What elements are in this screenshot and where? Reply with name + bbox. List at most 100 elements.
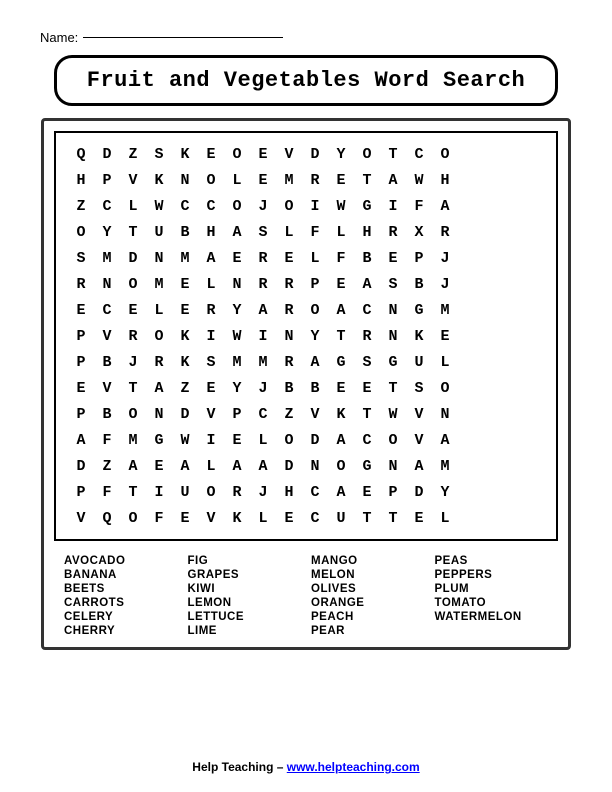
grid-cell: F	[406, 193, 432, 219]
grid-cell: W	[224, 323, 250, 349]
grid-cell: W	[328, 193, 354, 219]
grid-cell: A	[120, 453, 146, 479]
title-box: Fruit and Vegetables Word Search	[54, 55, 558, 106]
grid-cell: T	[354, 401, 380, 427]
grid-cell: B	[276, 375, 302, 401]
grid-cell: Z	[120, 141, 146, 167]
grid-cell: M	[146, 271, 172, 297]
table-row: SMDNMAERELFBEPJ	[68, 245, 458, 271]
grid-cell: C	[94, 297, 120, 323]
grid-cell: O	[198, 167, 224, 193]
grid-cell: P	[68, 349, 94, 375]
grid-cell: W	[406, 167, 432, 193]
grid-cell: D	[406, 479, 432, 505]
table-row: PBONDVPCZVKTWVN	[68, 401, 458, 427]
word-item: TOMATO	[435, 597, 549, 609]
grid-cell: E	[146, 453, 172, 479]
grid-cell: O	[68, 219, 94, 245]
grid-cell: B	[302, 375, 328, 401]
grid-cell: R	[198, 297, 224, 323]
word-item: WATERMELON	[435, 611, 549, 623]
grid-cell: V	[406, 427, 432, 453]
grid-cell: N	[302, 453, 328, 479]
grid-cell: A	[380, 167, 406, 193]
grid-cell: B	[172, 219, 198, 245]
grid-cell: C	[354, 427, 380, 453]
grid-cell: P	[380, 479, 406, 505]
name-underline	[83, 37, 283, 38]
grid-cell: U	[328, 505, 354, 531]
table-row: EVTAZEYJBBEETSO	[68, 375, 458, 401]
grid-cell: E	[328, 271, 354, 297]
grid-cell: B	[354, 245, 380, 271]
grid-cell: J	[432, 271, 458, 297]
grid-cell: W	[172, 427, 198, 453]
grid-cell: V	[198, 505, 224, 531]
grid-cell: H	[354, 219, 380, 245]
word-item: AVOCADO	[64, 555, 178, 567]
outer-border: QDZSKEOEVDYOTCOHPVKNOLEMRETAWHZCLWCCOJOI…	[41, 118, 571, 650]
grid-cell: R	[224, 479, 250, 505]
grid-cell: L	[432, 505, 458, 531]
grid-cell: S	[198, 349, 224, 375]
grid-cell: I	[146, 479, 172, 505]
grid-cell: O	[432, 375, 458, 401]
grid-cell: J	[120, 349, 146, 375]
table-row: OYTUBHASLFLHRXR	[68, 219, 458, 245]
grid-cell: I	[380, 193, 406, 219]
grid-cell: R	[302, 167, 328, 193]
grid-cell: E	[172, 505, 198, 531]
grid-cell: E	[276, 245, 302, 271]
grid-cell: J	[432, 245, 458, 271]
word-item: CELERY	[64, 611, 178, 623]
grid-cell: V	[302, 401, 328, 427]
grid-cell: Y	[224, 375, 250, 401]
grid-cell: U	[406, 349, 432, 375]
grid-cell: R	[276, 349, 302, 375]
grid-cell: A	[328, 297, 354, 323]
footer-link[interactable]: www.helpteaching.com	[287, 760, 420, 774]
grid-cell: P	[406, 245, 432, 271]
grid-cell: X	[406, 219, 432, 245]
grid-cell: A	[328, 427, 354, 453]
grid-cell: N	[146, 401, 172, 427]
grid-cell: L	[250, 505, 276, 531]
grid-cell: O	[120, 271, 146, 297]
table-row: RNOMELNRRPEASBJ	[68, 271, 458, 297]
grid-cell: T	[120, 375, 146, 401]
grid-cell: O	[146, 323, 172, 349]
grid-cell: N	[94, 271, 120, 297]
grid-cell: D	[172, 401, 198, 427]
grid-cell: R	[250, 245, 276, 271]
grid-cell: T	[380, 375, 406, 401]
grid-cell: K	[406, 323, 432, 349]
grid-cell: Y	[94, 219, 120, 245]
word-item: OLIVES	[311, 583, 425, 595]
grid-cell: P	[94, 167, 120, 193]
word-item: BANANA	[64, 569, 178, 581]
grid-cell: A	[224, 219, 250, 245]
grid-cell: F	[328, 245, 354, 271]
grid-cell: T	[380, 505, 406, 531]
grid-cell: V	[120, 167, 146, 193]
grid-cell: S	[68, 245, 94, 271]
word-item: LETTUCE	[188, 611, 302, 623]
grid-cell: F	[302, 219, 328, 245]
grid-cell: L	[198, 271, 224, 297]
name-line: Name:	[40, 30, 283, 45]
grid-cell: N	[224, 271, 250, 297]
word-item: ORANGE	[311, 597, 425, 609]
grid-cell: V	[276, 141, 302, 167]
grid-cell: R	[68, 271, 94, 297]
grid-cell: L	[198, 453, 224, 479]
grid-cell: A	[432, 427, 458, 453]
grid-cell: O	[354, 141, 380, 167]
word-search-grid: QDZSKEOEVDYOTCOHPVKNOLEMRETAWHZCLWCCOJOI…	[54, 131, 558, 541]
grid-cell: V	[94, 375, 120, 401]
grid-cell: P	[68, 479, 94, 505]
grid-cell: T	[354, 505, 380, 531]
grid-cell: E	[406, 505, 432, 531]
grid-cell: L	[276, 219, 302, 245]
grid-cell: N	[380, 453, 406, 479]
grid-cell: L	[224, 167, 250, 193]
